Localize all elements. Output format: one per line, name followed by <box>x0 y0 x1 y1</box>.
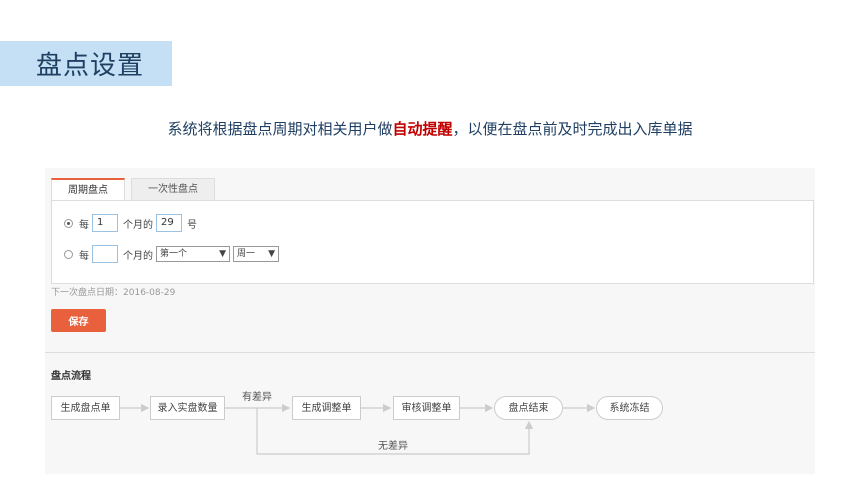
flow-node-count-end: 盘点结束 <box>494 396 563 420</box>
title-banner: 盘点设置 <box>0 41 172 86</box>
page-subtitle: 系统将根据盘点周期对相关用户做自动提醒，以便在盘点前及时完成出入库单据 <box>0 118 860 139</box>
subtitle-text-end: ，以便在盘点前及时完成出入库单据 <box>452 120 693 138</box>
label-has-difference: 有差异 <box>242 392 272 403</box>
flow-connectors <box>120 403 596 455</box>
page-title: 盘点设置 <box>36 51 145 81</box>
flow-node-create-adjustment: 生成调整单 <box>292 396 361 420</box>
flow-node-create-count: 生成盘点单 <box>51 396 120 420</box>
flow-node-enter-quantity: 录入实盘数量 <box>150 396 225 420</box>
flow-node-review-adjustment: 审核调整单 <box>393 396 460 420</box>
subtitle-highlight: 自动提醒 <box>392 120 453 138</box>
label-no-difference: 无差异 <box>378 441 408 452</box>
flow-node-system-freeze: 系统冻结 <box>596 396 663 420</box>
subtitle-text: 系统将根据盘点周期对相关用户做 <box>167 120 393 138</box>
settings-panel: 周期盘点 一次性盘点 每 1 个月的 29 号 每 个月的 第一个 ▼ 周一 ▼ 下… <box>45 168 815 474</box>
